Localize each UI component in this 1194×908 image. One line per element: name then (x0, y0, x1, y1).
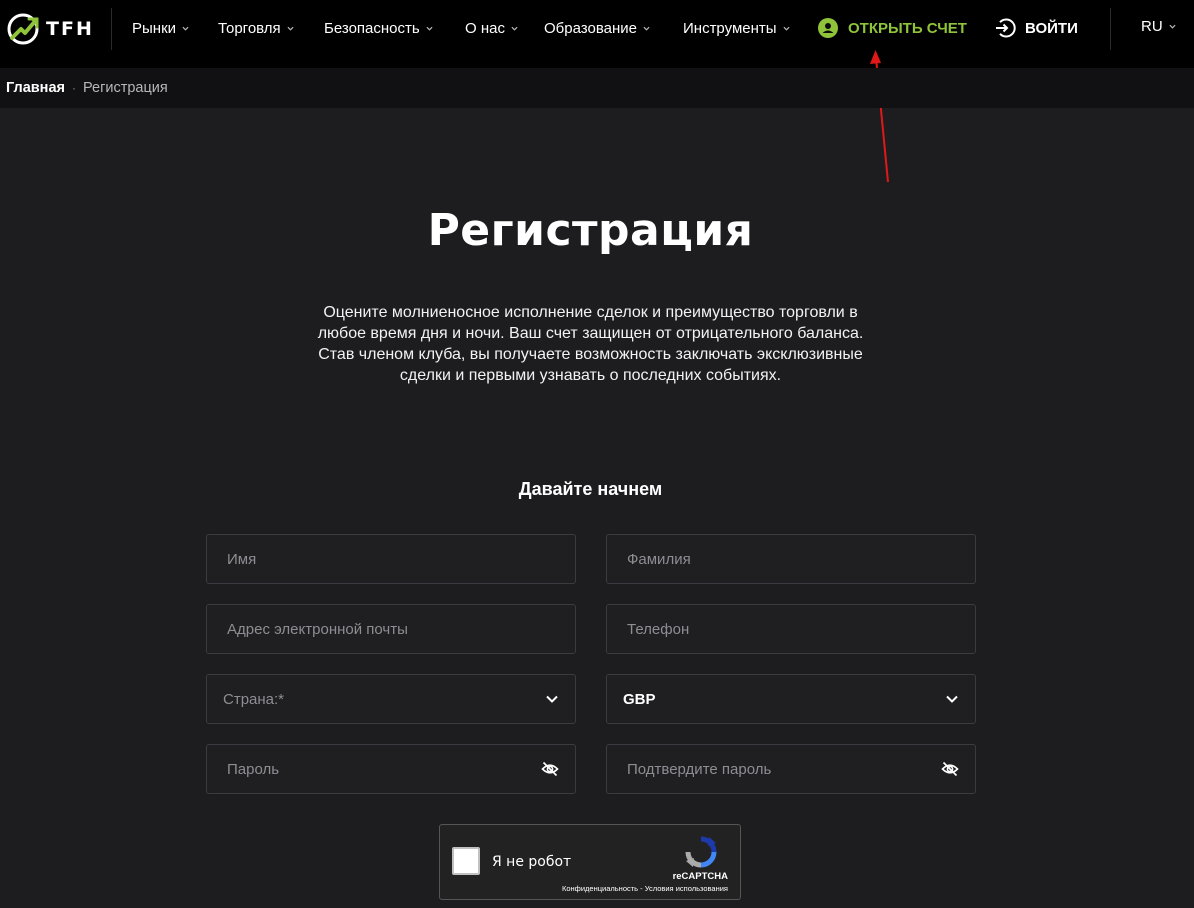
open-account-label: ОТКРЫТЬ СЧЕТ (848, 19, 967, 37)
nav-item-label: Рынки (132, 19, 177, 37)
nav-item-label: Образование (544, 19, 637, 37)
annotation-arrow (870, 50, 889, 183)
password-field[interactable]: Пароль (206, 744, 576, 794)
recaptcha-logo-icon (685, 836, 717, 868)
chevron-down-icon (287, 26, 294, 31)
breadcrumb: Главная · Регистрация (6, 80, 168, 96)
recaptcha-links[interactable]: Конфиденциальность - Условия использован… (562, 884, 728, 893)
intro-text: Оцените молниеносное исполнение сделок и… (317, 304, 864, 384)
chevron-down-icon (1169, 24, 1176, 29)
form-subtitle: Давайте начнем (518, 479, 663, 499)
country-select[interactable]: Страна:* (206, 674, 576, 724)
nav-item-trading[interactable]: Торговля (218, 18, 294, 38)
nav-item-markets[interactable]: Рынки (132, 18, 189, 38)
logo[interactable]: TFH (6, 12, 94, 46)
nav-item-label: Безопасность (324, 19, 420, 37)
recaptcha-widget: Я не робот reCAPTCHA Конфиденциальность … (439, 824, 741, 900)
logo-icon (7, 13, 39, 45)
nav-item-security[interactable]: Безопасность (324, 18, 433, 38)
last-name-placeholder: Фамилия (627, 550, 691, 568)
eye-off-icon[interactable] (541, 761, 559, 777)
chevron-down-icon (546, 695, 558, 703)
login-button[interactable]: ВОЙТИ (994, 16, 1078, 40)
recaptcha-brand: reCAPTCHA (672, 871, 728, 882)
nav-item-about[interactable]: О нас (465, 18, 518, 38)
nav-item-label: Инструменты (683, 19, 777, 37)
open-account-button[interactable]: ОТКРЫТЬ СЧЕТ (818, 17, 967, 39)
language-label: RU (1141, 18, 1163, 35)
currency-select[interactable]: GBP (606, 674, 976, 724)
page-title: Регистрация (427, 205, 754, 256)
nav-divider (1110, 8, 1111, 50)
top-navbar: TFH Рынки Торговля Безопасность О нас Об… (0, 0, 1194, 68)
chevron-down-icon (783, 26, 790, 31)
currency-value: GBP (623, 690, 656, 708)
eye-off-icon[interactable] (941, 761, 959, 777)
chevron-down-icon (182, 26, 189, 31)
email-field[interactable]: Адрес электронной почты (206, 604, 576, 654)
recaptcha-label: Я не робот (492, 854, 572, 870)
phone-placeholder: Телефон (627, 620, 690, 638)
first-name-field[interactable]: Имя (206, 534, 576, 584)
nav-item-label: О нас (465, 19, 505, 37)
login-label: ВОЙТИ (1025, 19, 1078, 37)
breadcrumb-separator: · (71, 81, 76, 95)
logo-text: TFH (46, 18, 94, 40)
nav-item-education[interactable]: Образование (544, 18, 650, 38)
last-name-field[interactable]: Фамилия (606, 534, 976, 584)
country-placeholder: Страна:* (223, 690, 285, 708)
confirm-password-placeholder: Подтвердите пароль (627, 760, 772, 778)
nav-item-label: Торговля (218, 19, 281, 37)
nav-divider (111, 8, 112, 50)
recaptcha-checkbox[interactable] (452, 847, 480, 875)
breadcrumb-home-link[interactable]: Главная (6, 80, 65, 96)
login-icon (996, 18, 1016, 38)
chevron-down-icon (511, 26, 518, 31)
breadcrumb-bar: Главная · Регистрация (0, 68, 1194, 108)
email-placeholder: Адрес электронной почты (227, 620, 408, 638)
user-icon (818, 18, 838, 38)
nav-item-tools[interactable]: Инструменты (683, 18, 790, 38)
breadcrumb-current: Регистрация (82, 80, 168, 96)
chevron-down-icon (426, 26, 433, 31)
language-selector[interactable]: RU (1141, 18, 1176, 35)
phone-field[interactable]: Телефон (606, 604, 976, 654)
confirm-password-field[interactable]: Подтвердите пароль (606, 744, 976, 794)
chevron-down-icon (946, 695, 958, 703)
first-name-placeholder: Имя (227, 550, 257, 568)
password-placeholder: Пароль (227, 760, 280, 778)
chevron-down-icon (643, 26, 650, 31)
